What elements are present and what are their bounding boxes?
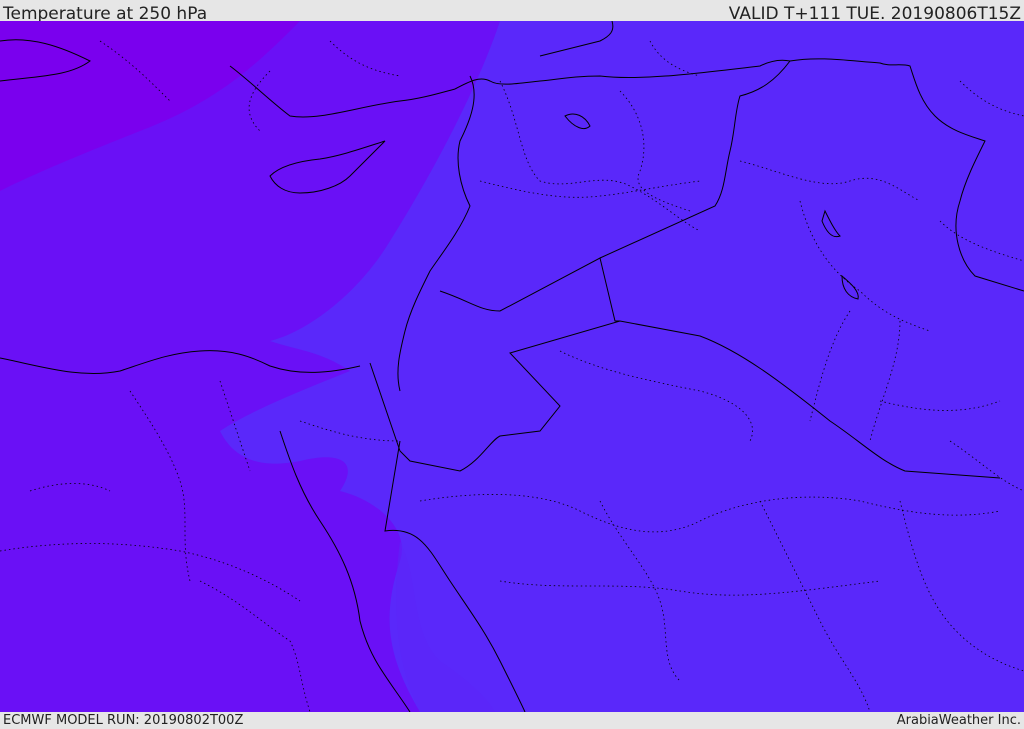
credit-label: ArabiaWeather Inc. bbox=[896, 713, 1021, 728]
weather-map[interactable] bbox=[0, 21, 1024, 712]
footer-bar: ECMWF MODEL RUN: 20190802T00Z ArabiaWeat… bbox=[0, 712, 1024, 729]
model-run-label: ECMWF MODEL RUN: 20190802T00Z bbox=[3, 713, 244, 728]
header-bar: Temperature at 250 hPa VALID T+111 TUE. … bbox=[0, 0, 1024, 24]
map-canvas bbox=[0, 21, 1024, 712]
